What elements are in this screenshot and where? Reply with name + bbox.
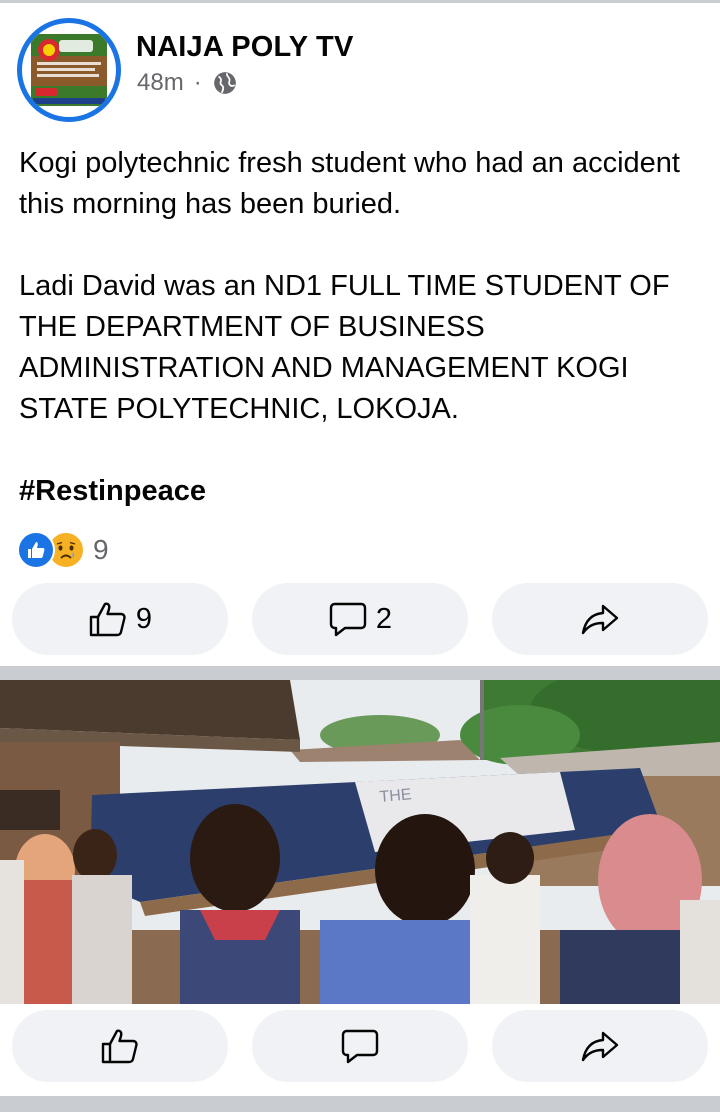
- photo-share-button[interactable]: [492, 1010, 708, 1082]
- meta-separator: ·: [193, 69, 202, 96]
- photo-comment-button[interactable]: [252, 1010, 468, 1082]
- post-header: NAIJA POLY TV 48m ·: [0, 3, 720, 123]
- post-meta: 48m ·: [137, 69, 238, 97]
- coffin-writing: THE: [379, 786, 412, 806]
- globe-icon: [213, 72, 236, 94]
- bottom-separator: [0, 1096, 720, 1112]
- reaction-count: 9: [93, 534, 109, 565]
- share-icon: [581, 1031, 619, 1062]
- like-icon: [101, 1029, 138, 1064]
- like-button[interactable]: 9: [12, 583, 228, 655]
- like-icon: [89, 602, 126, 637]
- photo-like-button[interactable]: [12, 1010, 228, 1082]
- post-paragraph: Ladi David was an ND1 FULL TIME STUDENT …: [19, 270, 670, 425]
- avatar[interactable]: [17, 18, 121, 122]
- photo-action-bar: [0, 1010, 720, 1084]
- post-paragraph: Kogi polytechnic fresh student who had a…: [19, 147, 680, 220]
- page-name[interactable]: NAIJA POLY TV: [136, 31, 353, 64]
- hashtag-link[interactable]: #Restinpeace: [19, 471, 709, 512]
- post-action-bar: 9 2: [0, 583, 720, 657]
- comment-icon: [341, 1029, 379, 1064]
- comment-icon: [329, 602, 367, 637]
- post-photo[interactable]: THE: [0, 680, 720, 1004]
- like-icon: [17, 531, 55, 569]
- post-time[interactable]: 48m: [137, 69, 184, 97]
- share-button[interactable]: [492, 583, 708, 655]
- comment-count: 2: [375, 602, 393, 635]
- like-count: 9: [135, 602, 153, 635]
- comment-button[interactable]: 2: [252, 583, 468, 655]
- reaction-summary[interactable]: 9: [17, 531, 109, 569]
- share-icon: [581, 604, 619, 635]
- avatar-logo-image: [25, 26, 113, 114]
- post-body: Kogi polytechnic fresh student who had a…: [19, 143, 709, 512]
- post-separator: [0, 666, 720, 680]
